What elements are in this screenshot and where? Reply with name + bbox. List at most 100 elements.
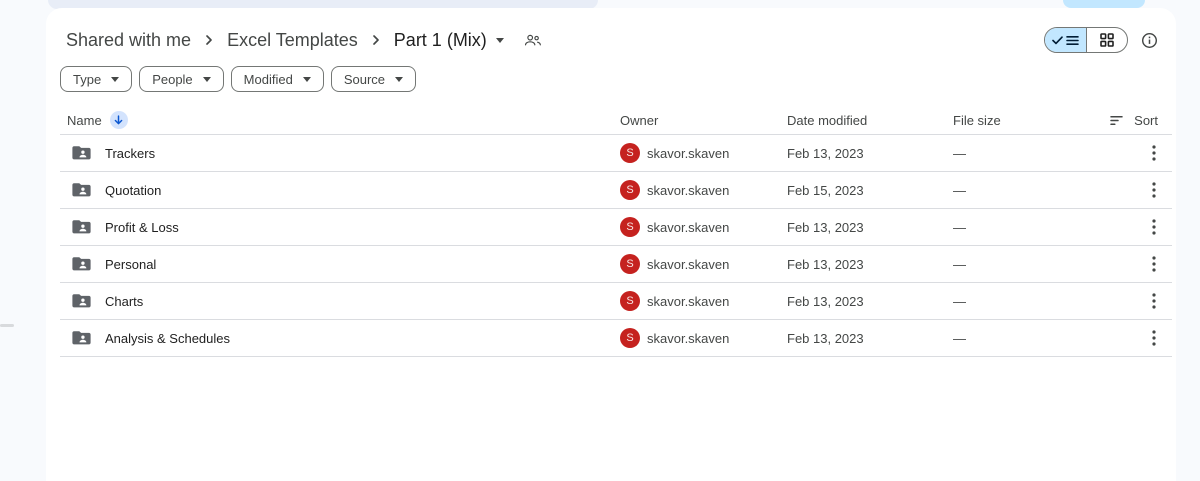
table-row[interactable]: Personal S skavor.skaven Feb 13, 2023 — [60,246,1172,283]
date-modified: Feb 13, 2023 [787,219,864,235]
sort-icon [1110,115,1123,125]
file-list-header: Name Owner Date modified File size Sort [60,106,1172,135]
file-name: Analysis & Schedules [105,330,231,346]
chevron-right-icon [368,32,384,48]
file-size: — [953,182,966,198]
more-vertical-icon [1152,293,1156,309]
filter-people[interactable]: People [139,66,224,92]
header-date-modified[interactable]: Date modified [787,113,953,128]
sort-label: Sort [1134,112,1158,128]
top-button-remnant [1063,0,1145,8]
owner-avatar: S [620,291,640,311]
header-owner[interactable]: Owner [620,113,787,128]
filter-type[interactable]: Type [60,66,133,92]
date-modified: Feb 13, 2023 [787,293,864,309]
shared-folder-icon [72,182,91,198]
folder-header: Shared with me Excel Templates Part 1 (M… [46,26,1176,54]
header-name[interactable]: Name [67,113,102,128]
filter-chips: Type People Modified Source [60,66,1176,92]
list-view-icon [1065,35,1079,45]
more-vertical-icon [1152,219,1156,235]
owner-name: skavor.skaven [647,330,730,346]
date-modified: Feb 13, 2023 [787,145,864,161]
table-row[interactable]: Charts S skavor.skaven Feb 13, 2023 — [60,283,1172,320]
dropdown-caret-icon [111,76,120,82]
filter-people-label: People [152,71,193,87]
file-name: Charts [105,293,144,309]
owner-name: skavor.skaven [647,219,730,235]
drive-content-card: Shared with me Excel Templates Part 1 (M… [46,8,1176,481]
owner-name: skavor.skaven [647,256,730,272]
info-icon [1141,32,1158,48]
file-name: Personal [105,256,157,272]
details-button[interactable] [1141,32,1158,49]
table-row[interactable]: Trackers S skavor.skaven Feb 13, 2023 — [60,135,1172,172]
sort-menu-button[interactable]: Sort [1100,113,1172,128]
sort-direction-button[interactable] [109,111,128,129]
layout-toggle [1044,27,1128,53]
filter-source[interactable]: Source [330,66,417,92]
more-vertical-icon [1152,256,1156,272]
header-file-size[interactable]: File size [953,113,1100,128]
date-modified: Feb 13, 2023 [787,330,864,346]
view-controls [1044,27,1158,53]
file-size: — [953,219,966,235]
current-folder-label: Part 1 (Mix) [393,29,487,50]
breadcrumb-shared-with-me[interactable]: Shared with me [60,27,197,54]
more-actions-button[interactable] [1139,175,1169,205]
file-name: Profit & Loss [105,219,179,235]
shared-folder-icon [72,293,91,309]
breadcrumb-current-folder[interactable]: Part 1 (Mix) [388,27,510,54]
file-list: Name Owner Date modified File size Sort [60,106,1172,357]
filter-modified[interactable]: Modified [230,66,324,92]
file-rows: Trackers S skavor.skaven Feb 13, 2023 — … [60,135,1172,357]
table-row[interactable]: Profit & Loss S skavor.skaven Feb 13, 20… [60,209,1172,246]
breadcrumb: Shared with me Excel Templates Part 1 (M… [60,27,541,54]
more-actions-button[interactable] [1139,323,1169,353]
owner-name: skavor.skaven [647,145,730,161]
dropdown-caret-icon [395,76,404,82]
shared-folder-icon [72,330,91,346]
filter-source-label: Source [343,71,386,87]
breadcrumb-excel-templates[interactable]: Excel Templates [221,27,364,54]
grid-view-icon [1099,33,1114,47]
file-size: — [953,330,966,346]
edge-artifact [0,324,14,327]
file-name: Trackers [105,145,156,161]
file-size: — [953,256,966,272]
shared-people-icon [524,33,541,47]
shared-folder-icon [72,256,91,272]
table-row[interactable]: Analysis & Schedules S skavor.skaven Feb… [60,320,1172,357]
file-size: — [953,293,966,309]
date-modified: Feb 15, 2023 [787,182,864,198]
dropdown-caret-icon [495,37,504,43]
filter-modified-label: Modified [243,71,293,87]
owner-avatar: S [620,328,640,348]
shared-folder-icon [72,219,91,235]
more-vertical-icon [1152,145,1156,161]
dropdown-caret-icon [202,76,211,82]
owner-avatar: S [620,180,640,200]
list-view-button[interactable] [1045,28,1087,52]
more-actions-button[interactable] [1139,249,1169,279]
owner-avatar: S [620,217,640,237]
chevron-right-icon [201,32,217,48]
more-actions-button[interactable] [1139,212,1169,242]
owner-name: skavor.skaven [647,293,730,309]
arrow-down-icon [114,114,123,124]
owner-avatar: S [620,254,640,274]
dropdown-caret-icon [302,76,311,82]
more-vertical-icon [1152,182,1156,198]
owner-name: skavor.skaven [647,182,730,198]
more-actions-button[interactable] [1139,286,1169,316]
shared-folder-icon [72,145,91,161]
file-size: — [953,145,966,161]
filter-type-label: Type [73,71,102,87]
date-modified: Feb 13, 2023 [787,256,864,272]
table-row[interactable]: Quotation S skavor.skaven Feb 15, 2023 — [60,172,1172,209]
more-actions-button[interactable] [1139,138,1169,168]
grid-view-button[interactable] [1087,28,1128,52]
owner-avatar: S [620,143,640,163]
check-icon [1051,35,1063,44]
more-vertical-icon [1152,330,1156,346]
